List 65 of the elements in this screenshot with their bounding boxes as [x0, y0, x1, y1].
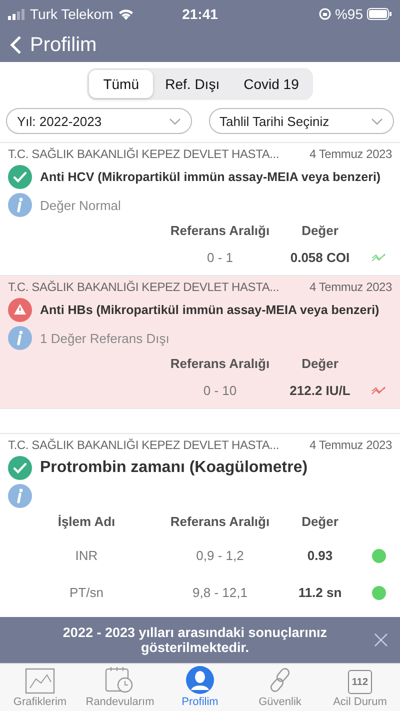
emergency-number-icon: 112: [348, 670, 372, 694]
battery-percent: %95: [334, 6, 363, 22]
tab-bar-item[interactable]: Randevularım: [80, 664, 160, 711]
column-header: Değer: [300, 356, 340, 371]
line-chart-icon: [25, 668, 55, 694]
result-date: 4 Temmuz 2023: [309, 280, 392, 294]
column-header: Değer: [300, 514, 340, 529]
status-dot: [372, 548, 386, 562]
test-name: Anti HBs (Mikropartikül immün assay-MEIA veya benzeri): [40, 303, 380, 317]
reference-range: 0 - 10: [202, 383, 238, 398]
calendar-clock-icon: [105, 666, 135, 694]
check-icon: [8, 165, 32, 189]
hospital-name: T.C. SAĞLIK BAKANLIĞI KEPEZ DEVLET HASTA...: [8, 438, 280, 452]
result-date: 4 Temmuz 2023: [309, 147, 392, 161]
person-icon: [186, 666, 214, 694]
column-header: Referans Aralığı: [169, 356, 271, 371]
tab-bar-item[interactable]: Profilim: [160, 664, 240, 711]
check-icon: [8, 456, 32, 480]
column-header: Değer: [300, 223, 340, 238]
dropdown[interactable]: Tahlil Tarihi Seçiniz: [208, 108, 394, 134]
reference-range: 9,8 - 12,1: [192, 585, 248, 600]
info-icon: [8, 193, 32, 217]
result-value: 0.058 COI: [289, 250, 351, 265]
hospital-name: T.C. SAĞLIK BAKANLIĞI KEPEZ DEVLET HASTA...: [8, 147, 280, 161]
result-value: 0.93: [306, 548, 334, 563]
result-value: 11.2 sn: [297, 585, 343, 600]
trend-icon[interactable]: [370, 252, 386, 262]
filter-tab[interactable]: Covid 19: [232, 70, 311, 98]
tab-bar-item[interactable]: Güvenlik: [240, 664, 320, 711]
status-note: 1 Değer Referans Dışı: [40, 330, 170, 346]
trend-icon[interactable]: [370, 386, 386, 396]
test-name: Protrombin zamanı (Koagülometre): [40, 459, 308, 477]
clock-time: 21:41: [182, 6, 218, 22]
filter-tab[interactable]: Tümü: [89, 70, 154, 98]
carrier-name: Turk Telekom: [30, 6, 114, 22]
warning-icon: [8, 298, 32, 322]
filter-tab[interactable]: Ref. Dışı: [153, 70, 232, 98]
info-icon: [8, 484, 32, 508]
dropdown[interactable]: Yıl: 2022-2023: [6, 108, 192, 134]
chevron-down-icon: [168, 118, 180, 124]
column-header: İşlem Adı: [56, 514, 116, 529]
hospital-name: T.C. SAĞLIK BAKANLIĞI KEPEZ DEVLET HASTA...: [8, 280, 280, 294]
status-note: Değer Normal: [40, 198, 121, 212]
tab-bar-item[interactable]: Grafiklerim: [0, 664, 80, 711]
rotation-lock-icon: [318, 8, 331, 20]
status-dot: [372, 586, 386, 600]
result-date: 4 Temmuz 2023: [309, 438, 392, 452]
test-name: Anti HCV (Mikropartikül immün assay-MEIA veya benzeri): [40, 170, 381, 184]
parameter-name: PT/sn: [68, 585, 104, 600]
battery-icon: [367, 8, 392, 20]
back-chevron-icon: [10, 35, 22, 55]
info-icon: [8, 326, 32, 350]
result-value: 212.2 IU/L: [288, 383, 352, 398]
wifi-icon: [118, 8, 134, 20]
chevron-down-icon: [371, 118, 383, 124]
reference-range: 0 - 1: [206, 250, 234, 265]
reference-range: 0,9 - 1,2: [195, 548, 245, 563]
back-button[interactable]: Profilim: [10, 34, 97, 56]
column-header: Referans Aralığı: [169, 223, 271, 238]
tab-bar-item[interactable]: 112 Acil Durum: [320, 664, 400, 711]
column-header: Referans Aralığı: [169, 514, 271, 529]
close-button[interactable]: [374, 633, 388, 647]
info-banner-text: 2022 - 2023 yılları arasındaki sonuçlarınız gösterilmektedir.: [62, 625, 328, 655]
signal-icon: [8, 8, 25, 20]
parameter-name: INR: [74, 548, 99, 563]
